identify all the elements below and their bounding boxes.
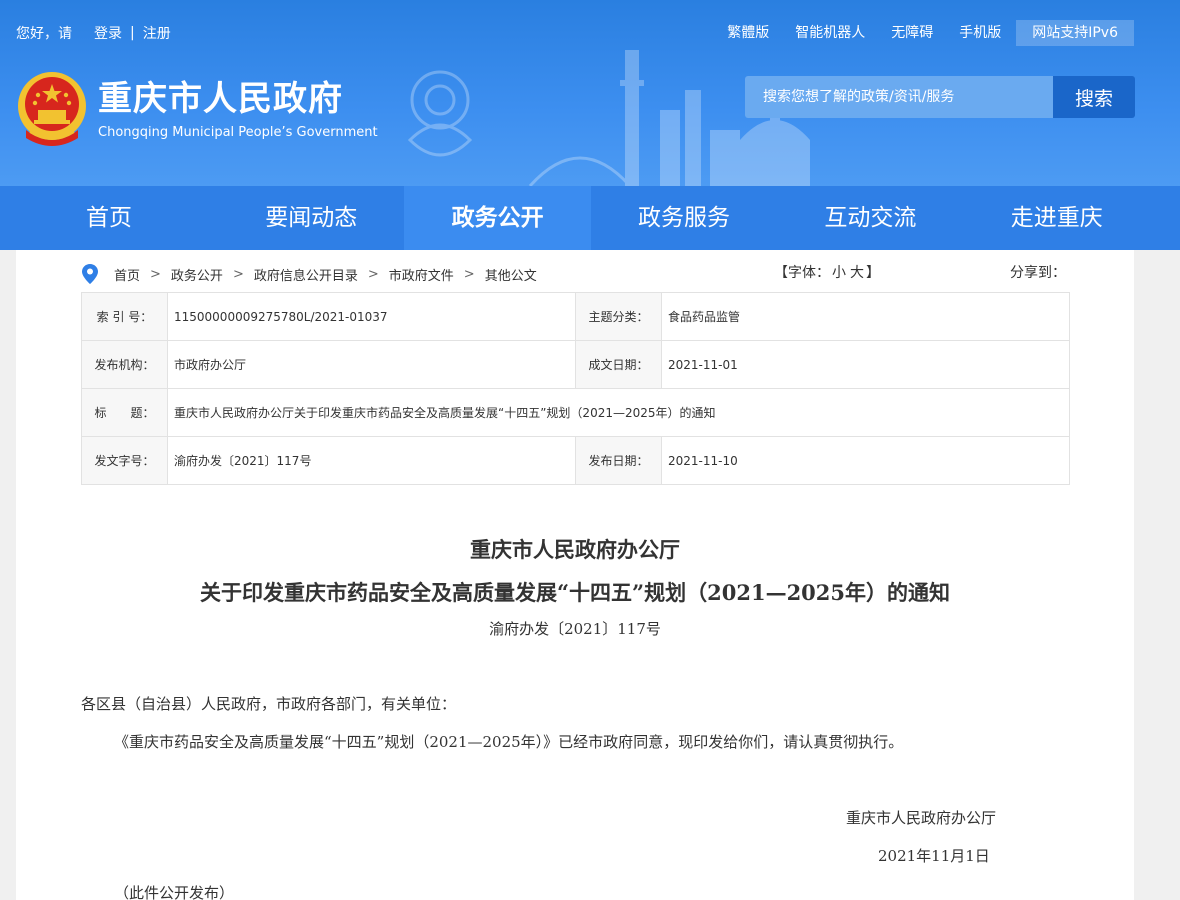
accessibility-link[interactable]: 无障碍 [878,20,946,46]
doc-signer: 重庆市人民政府办公厅 [846,809,997,827]
traditional-chinese-link[interactable]: 繁體版 [714,20,782,46]
made-date-label: 成文日期： [575,340,662,389]
breadcrumb: 首页 > 政务公开 > 政府信息公开目录 > 市政府文件 > 其他公文 [82,264,537,284]
breadcrumb-catalog[interactable]: 政府信息公开目录 [254,265,358,284]
title-label: 标 题： [81,388,168,437]
index-value: 11500000009275780L/2021-01037 [167,292,576,341]
index-label: 索 引 号： [81,292,168,341]
doc-date: 2021年11月1日 [878,847,990,865]
made-date-value: 2021-11-01 [661,340,1070,389]
nav-gov-affairs-open[interactable]: 政务公开 [404,186,591,250]
breadcrumb-home[interactable]: 首页 [114,265,140,284]
doc-addressee: 各区县（自治县）人民政府，市政府各部门，有关单位： [81,695,457,713]
doc-body: 《重庆市药品安全及高质量发展“十四五”规划（2021—2025年）》已经市政府同… [114,733,904,751]
issuer-label: 发布机构： [81,340,168,389]
doc-title-issuer: 重庆市人民政府办公厅 [470,537,680,562]
mobile-version-link[interactable]: 手机版 [946,20,1014,46]
table-row: 发布机构： 市政府办公厅 成文日期： 2021-11-01 [81,340,1070,389]
main-nav: 首页 要闻动态 政务公开 政务服务 互动交流 走进重庆 [0,186,1180,250]
table-row: 发文字号： 渝府办发〔2021〕117号 发布日期： 2021-11-10 [81,436,1070,485]
table-row: 索 引 号： 11500000009275780L/2021-01037 主题分… [81,292,1070,341]
search-bar: 搜索 [745,76,1135,118]
breadcrumb-separator: > [150,266,161,282]
location-pin-icon [82,264,98,284]
smart-robot-link[interactable]: 智能机器人 [782,20,878,46]
register-link[interactable]: 注册 [143,23,171,43]
nav-news[interactable]: 要闻动态 [218,186,404,250]
topic-value: 食品药品监管 [661,292,1070,341]
doc-number-label: 发文字号： [81,436,168,485]
nav-interaction[interactable]: 互动交流 [777,186,963,250]
site-header: 您好，请 登录 | 注册 繁體版 智能机器人 无障碍 手机版 网站支持IPv6 … [0,0,1180,186]
site-name-en: Chongqing Municipal People’s Government [98,124,378,140]
publish-date-label: 发布日期： [575,436,662,485]
doc-meta-table: 索 引 号： 11500000009275780L/2021-01037 主题分… [81,292,1070,485]
doc-note: （此件公开发布） [114,884,235,900]
nav-home[interactable]: 首页 [0,186,218,250]
table-row: 标 题： 重庆市人民政府办公厅关于印发重庆市药品安全及高质量发展“十四五”规划（… [81,388,1070,437]
article-panel: 首页 > 政务公开 > 政府信息公开目录 > 市政府文件 > 其他公文 【字体：… [16,250,1134,900]
font-size-control: 【字体：小大】 [774,262,880,282]
national-emblem-icon [18,72,86,146]
breadcrumb-gov-open[interactable]: 政务公开 [171,265,223,284]
breadcrumb-separator: > [232,266,244,282]
breadcrumb-separator: > [463,266,475,282]
doc-number-value: 渝府办发〔2021〕117号 [167,436,576,485]
utility-links: 繁體版 智能机器人 无障碍 手机版 网站支持IPv6 [714,20,1134,46]
search-input[interactable] [745,76,1053,118]
nav-about-chongqing[interactable]: 走进重庆 [964,186,1150,250]
breadcrumb-other-docs[interactable]: 其他公文 [485,265,537,284]
login-link[interactable]: 登录 [94,23,122,43]
login-divider: | [130,25,135,41]
greeting-text: 您好，请 [16,26,72,42]
doc-title-main: 关于印发重庆市药品安全及高质量发展“十四五”规划（2021—2025年）的通知 [199,580,951,605]
site-name-cn: 重庆市人民政府 [98,78,343,119]
ipv6-badge: 网站支持IPv6 [1016,20,1134,46]
breadcrumb-city-docs[interactable]: 市政府文件 [389,265,454,284]
font-size-suffix: 】 [866,265,880,281]
publish-date-value: 2021-11-10 [661,436,1070,485]
font-large-button[interactable]: 大 [848,265,866,281]
title-value: 重庆市人民政府办公厅关于印发重庆市药品安全及高质量发展“十四五”规划（2021—… [167,388,1070,437]
font-size-prefix: 【字体： [774,265,830,281]
site-logo[interactable]: 重庆市人民政府 Chongqing Municipal People’s Gov… [16,70,378,148]
topic-label: 主题分类： [575,292,662,341]
login-bar: 您好，请 登录 | 注册 [16,23,171,43]
nav-gov-services[interactable]: 政务服务 [591,186,777,250]
search-button[interactable]: 搜索 [1053,76,1135,118]
share-label: 分享到： [1010,265,1066,281]
font-small-button[interactable]: 小 [830,265,848,281]
breadcrumb-separator: > [367,266,379,282]
issuer-value: 市政府办公厅 [167,340,576,389]
doc-number: 渝府办发〔2021〕117号 [489,620,661,638]
